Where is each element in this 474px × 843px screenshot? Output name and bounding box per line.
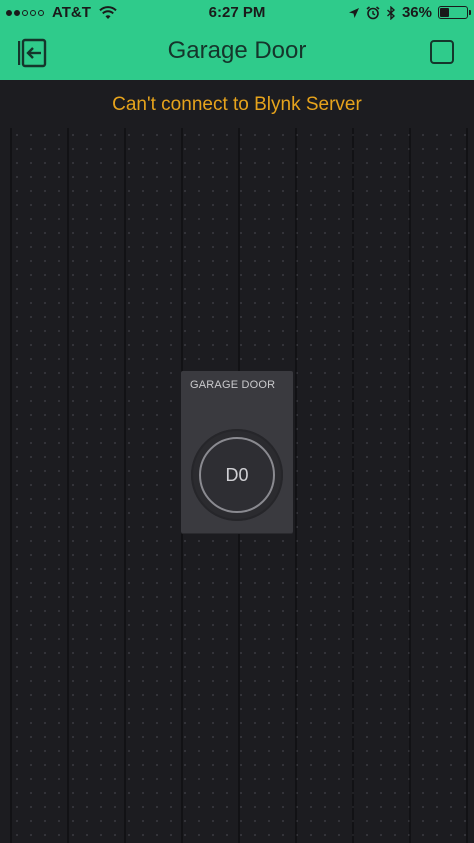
garage-door-button[interactable]: D0 <box>191 429 283 521</box>
widget-label: GARAGE DOOR <box>190 379 276 391</box>
battery-level <box>440 8 449 17</box>
battery-icon <box>438 6 471 19</box>
button-widget[interactable]: GARAGE DOOR D0 <box>181 371 293 533</box>
alarm-icon <box>366 5 380 19</box>
battery-percent: 36% <box>401 4 432 21</box>
button-label: D0 <box>199 437 275 513</box>
connection-error-message: Can't connect to Blynk Server <box>112 94 362 115</box>
navigation-bar: Garage Door <box>0 26 474 80</box>
location-arrow-icon <box>348 7 359 18</box>
app-screen: AT&T 6:27 PM 36% Garage Door Can't conne… <box>0 0 474 843</box>
square-icon[interactable] <box>430 40 454 64</box>
top-bar: AT&T 6:27 PM 36% Garage Door <box>0 0 474 80</box>
bluetooth-icon <box>386 5 395 20</box>
page-title: Garage Door <box>167 37 307 64</box>
status-bar: AT&T 6:27 PM 36% <box>0 0 474 26</box>
status-right: 36% <box>348 4 471 21</box>
